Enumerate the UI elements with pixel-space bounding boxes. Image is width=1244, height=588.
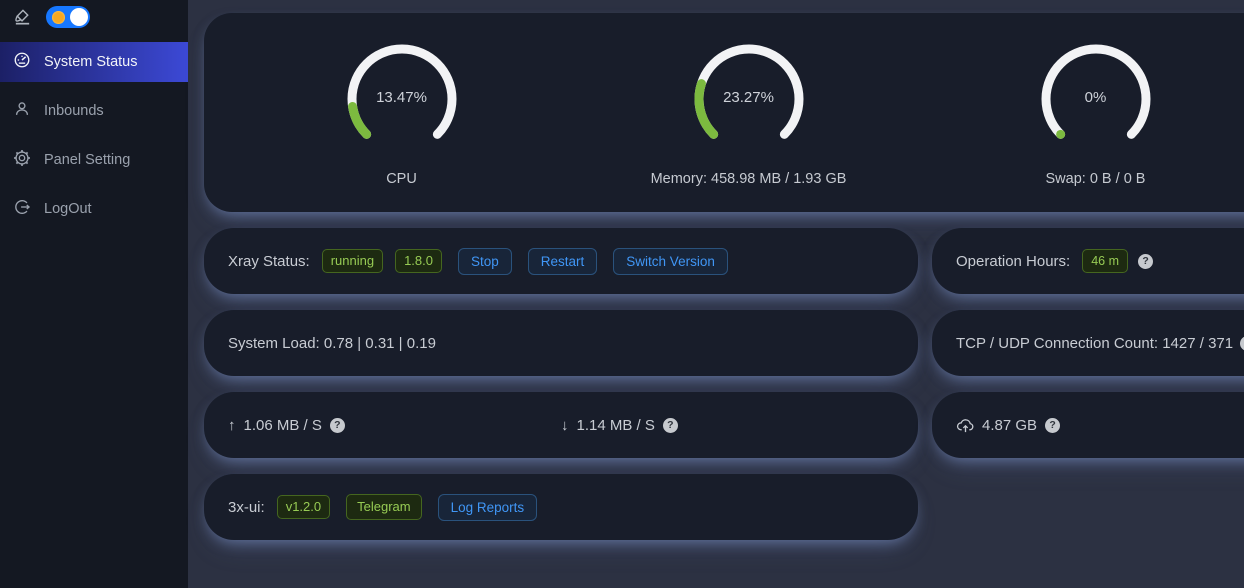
logout-icon <box>13 198 31 220</box>
question-icon[interactable]: ? <box>663 418 678 433</box>
gauge-memory: 23.27% Memory: 458.98 MB / 1.93 GB <box>575 41 922 212</box>
sidebar-item-logout[interactable]: LogOut <box>0 189 188 229</box>
theme-icon[interactable] <box>12 7 32 27</box>
empty-cell <box>932 474 1244 540</box>
sidebar-menu: System Status Inbounds <box>0 42 188 238</box>
upload-speed-value: 1.06 MB / S <box>244 417 322 434</box>
question-icon[interactable]: ? <box>330 418 345 433</box>
download-speed: ↓ 1.14 MB / S ? <box>561 417 894 434</box>
main-area: 13.47% CPU 23.27% Memory: 458.98 MB / 1.… <box>188 0 1244 588</box>
sidebar-item-system-status[interactable]: System Status <box>0 42 188 82</box>
theme-toggle[interactable] <box>46 6 90 28</box>
dashboard-icon <box>13 51 31 73</box>
sidebar-item-label: Panel Setting <box>44 152 130 168</box>
gauge-percent: 23.27% <box>689 89 809 106</box>
gauge-label: Memory: 458.98 MB / 1.93 GB <box>575 171 922 187</box>
cloud-upload-icon <box>956 417 975 434</box>
connection-count-text: TCP / UDP Connection Count: 1427 / 371 <box>956 335 1233 352</box>
upload-speed: ↑ 1.06 MB / S ? <box>228 417 561 434</box>
stop-button[interactable]: Stop <box>458 248 512 275</box>
question-icon[interactable]: ? <box>1138 254 1153 269</box>
xray-status-label: Xray Status: <box>228 253 310 270</box>
settings-gear-icon <box>13 149 31 171</box>
traffic-total-card: 4.87 GB ? <box>932 392 1244 458</box>
sun-icon <box>52 11 65 24</box>
arrow-down-icon: ↓ <box>561 417 569 434</box>
gauge-label: Swap: 0 B / 0 B <box>922 171 1244 187</box>
app-name-label: 3x-ui: <box>228 499 265 516</box>
app-root: System Status Inbounds <box>0 0 1244 588</box>
gauge-cpu: 13.47% CPU <box>228 41 575 212</box>
xray-status-badge: running <box>322 249 383 273</box>
gauge-percent: 0% <box>1036 89 1156 106</box>
operation-hours-badge: 46 m <box>1082 249 1128 273</box>
operation-hours-label: Operation Hours: <box>956 253 1070 270</box>
operation-hours-card: Operation Hours: 46 m ? <box>932 228 1244 294</box>
gauge-swap: 0% Swap: 0 B / 0 B <box>922 41 1244 212</box>
sidebar-header <box>0 0 188 34</box>
arrow-up-icon: ↑ <box>228 417 236 434</box>
toggle-knob <box>70 8 88 26</box>
log-reports-button[interactable]: Log Reports <box>438 494 538 521</box>
app-version-badge: v1.2.0 <box>277 495 330 519</box>
network-speed-card: ↑ 1.06 MB / S ? ↓ 1.14 MB / S ? <box>204 392 918 458</box>
sidebar-item-label: Inbounds <box>44 103 104 119</box>
user-icon <box>13 100 31 122</box>
sidebar-item-label: System Status <box>44 54 137 70</box>
question-icon[interactable]: ? <box>1240 336 1244 351</box>
app-version-card: 3x-ui: v1.2.0 Telegram Log Reports <box>204 474 918 540</box>
gauge-percent: 13.47% <box>342 89 462 106</box>
system-load-text: System Load: 0.78 | 0.31 | 0.19 <box>228 335 436 352</box>
restart-button[interactable]: Restart <box>528 248 598 275</box>
sidebar-item-label: LogOut <box>44 201 92 217</box>
xray-version-badge: 1.8.0 <box>395 249 442 273</box>
xray-status-card: Xray Status: running 1.8.0 Stop Restart … <box>204 228 918 294</box>
resource-gauges-card: 13.47% CPU 23.27% Memory: 458.98 MB / 1.… <box>204 13 1244 212</box>
download-speed-value: 1.14 MB / S <box>577 417 655 434</box>
sidebar-item-panel-setting[interactable]: Panel Setting <box>0 140 188 180</box>
telegram-link[interactable]: Telegram <box>346 494 421 520</box>
traffic-total-value: 4.87 GB <box>982 417 1037 434</box>
sidebar-item-inbounds[interactable]: Inbounds <box>0 91 188 131</box>
connections-card: TCP / UDP Connection Count: 1427 / 371 ? <box>932 310 1244 376</box>
gauge-label: CPU <box>228 171 575 187</box>
system-load-card: System Load: 0.78 | 0.31 | 0.19 <box>204 310 918 376</box>
sidebar: System Status Inbounds <box>0 0 188 588</box>
switch-version-button[interactable]: Switch Version <box>613 248 728 275</box>
question-icon[interactable]: ? <box>1045 418 1060 433</box>
